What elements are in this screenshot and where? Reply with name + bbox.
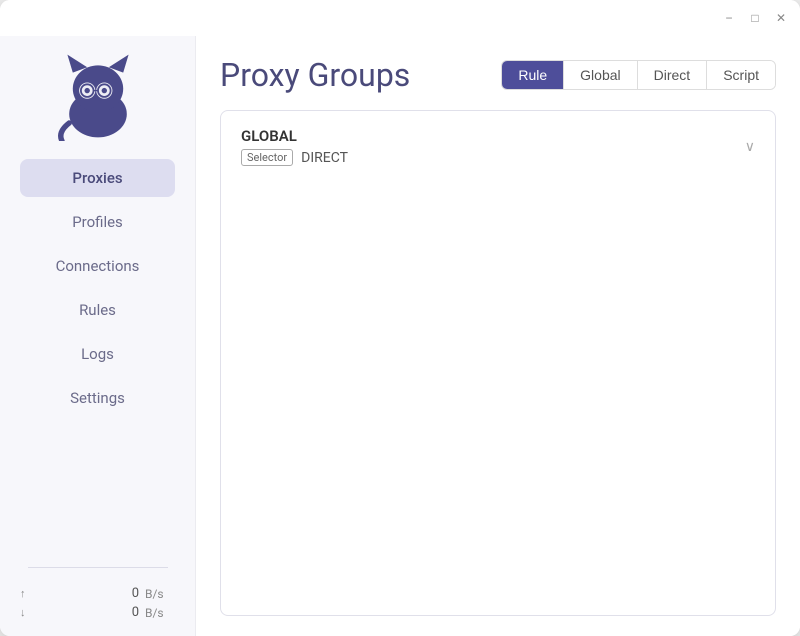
proxy-group-type-row: Selector DIRECT — [241, 149, 348, 166]
proxy-group-name: GLOBAL — [241, 127, 348, 145]
nav-items: Proxies Profiles Connections Rules Logs … — [0, 156, 195, 557]
sidebar-item-connections[interactable]: Connections — [20, 247, 175, 285]
type-badge: Selector — [241, 149, 293, 166]
upload-speed-value: 0 — [40, 586, 139, 601]
proxy-group-value: DIRECT — [301, 150, 348, 166]
mode-tabs: Rule Global Direct Script — [501, 60, 776, 90]
app-window: − □ ✕ — [0, 0, 800, 636]
sidebar-item-proxies[interactable]: Proxies — [20, 159, 175, 197]
download-speed-unit: B/s — [145, 606, 175, 620]
sidebar-item-profiles[interactable]: Profiles — [20, 203, 175, 241]
cat-logo — [53, 51, 143, 141]
tab-rule[interactable]: Rule — [502, 61, 564, 89]
download-speed-value: 0 — [40, 605, 139, 620]
logo-container — [48, 46, 148, 146]
sidebar-item-rules[interactable]: Rules — [20, 291, 175, 329]
proxy-group-item[interactable]: GLOBAL Selector DIRECT ∨ — [221, 111, 775, 182]
download-arrow-icon: ↓ — [20, 606, 34, 619]
sidebar: Proxies Profiles Connections Rules Logs … — [0, 36, 196, 636]
maximize-button[interactable]: □ — [748, 11, 762, 25]
sidebar-divider — [28, 567, 168, 568]
main-layout: Proxies Profiles Connections Rules Logs … — [0, 36, 800, 636]
tab-script[interactable]: Script — [707, 61, 775, 89]
expand-icon: ∨ — [745, 139, 755, 155]
minimize-button[interactable]: − — [722, 11, 736, 25]
sidebar-item-logs[interactable]: Logs — [20, 335, 175, 373]
upload-speed-row: ↑ 0 B/s — [20, 586, 175, 601]
close-button[interactable]: ✕ — [774, 11, 788, 25]
speed-display: ↑ 0 B/s ↓ 0 B/s — [0, 578, 195, 636]
download-speed-row: ↓ 0 B/s — [20, 605, 175, 620]
upload-arrow-icon: ↑ — [20, 587, 34, 600]
proxy-group-info: GLOBAL Selector DIRECT — [241, 127, 348, 166]
content-area: Proxy Groups Rule Global Direct Script G… — [196, 36, 800, 636]
sidebar-item-settings[interactable]: Settings — [20, 379, 175, 417]
page-title: Proxy Groups — [220, 56, 410, 94]
tab-direct[interactable]: Direct — [638, 61, 708, 89]
proxy-group-list[interactable]: GLOBAL Selector DIRECT ∨ — [220, 110, 776, 616]
upload-speed-unit: B/s — [145, 587, 175, 601]
tab-global[interactable]: Global — [564, 61, 637, 89]
titlebar: − □ ✕ — [0, 0, 800, 36]
content-header: Proxy Groups Rule Global Direct Script — [220, 56, 776, 94]
